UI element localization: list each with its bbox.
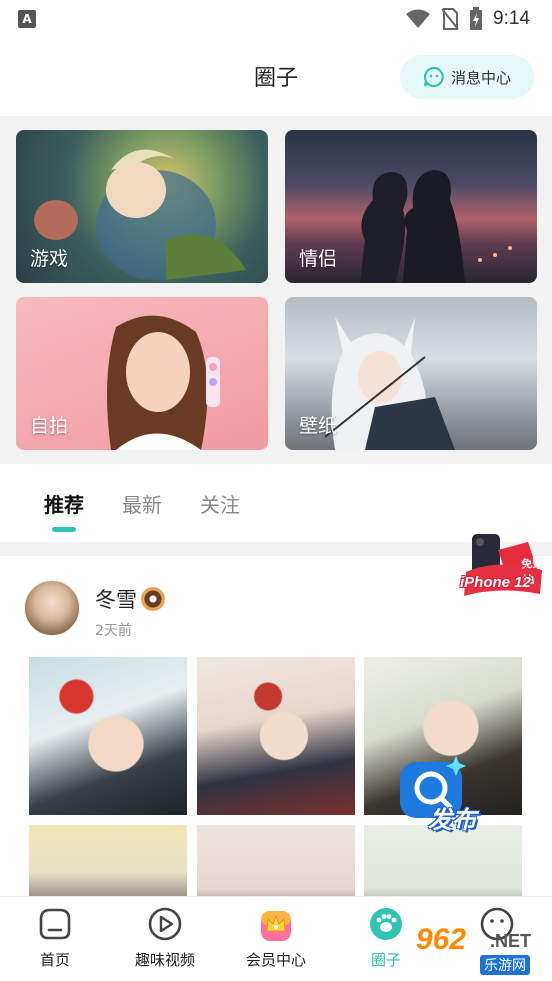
home-icon — [36, 905, 74, 943]
post-photo[interactable] — [197, 657, 355, 815]
iphone-promo-badge[interactable]: 免费抽 iPhone 12 — [458, 528, 544, 598]
post-time: 2天前 — [95, 623, 132, 639]
category-label: 壁纸 — [299, 415, 338, 437]
category-card-selfie[interactable]: 自拍 — [16, 297, 268, 450]
nav-fun-videos[interactable]: 趣味视频 — [110, 905, 220, 975]
category-card-game[interactable]: 游戏 — [16, 130, 268, 283]
category-label: 自拍 — [30, 415, 69, 437]
nav-home[interactable]: 首页 — [0, 905, 110, 975]
publish-label: 发布 — [428, 806, 476, 834]
watermark: 962 .NET 乐游网 — [416, 919, 546, 977]
category-label: 情侣 — [299, 248, 338, 270]
avatar[interactable] — [24, 580, 80, 636]
post-author[interactable]: 冬雪 — [95, 584, 165, 614]
header: 圈子 消息中心 — [0, 38, 552, 116]
battery-charging-icon — [470, 7, 483, 30]
watermark-sub: 乐游网 — [480, 955, 530, 975]
wifi-icon — [406, 9, 431, 28]
tab-following[interactable]: 关注 — [200, 464, 240, 542]
chat-bubble-icon — [423, 66, 445, 88]
tab-recommended[interactable]: 推荐 — [44, 464, 84, 542]
clock: 9:14 — [493, 8, 530, 29]
tab-latest[interactable]: 最新 — [122, 464, 162, 542]
play-icon — [146, 905, 184, 943]
message-center-button[interactable]: 消息中心 — [400, 55, 534, 99]
status-bar: A 9:14 — [0, 0, 552, 38]
category-label: 游戏 — [30, 248, 69, 270]
category-grid: 游戏 情侣 自拍 壁纸 — [0, 116, 552, 464]
category-card-couple[interactable]: 情侣 — [285, 130, 537, 283]
post-photo[interactable] — [29, 657, 187, 815]
notification-a-icon: A — [18, 10, 36, 28]
no-sim-icon — [441, 8, 459, 30]
watermark-logo: 962 — [416, 923, 467, 956]
crown-icon — [257, 905, 295, 943]
nav-member-center[interactable]: 会员中心 — [221, 905, 331, 975]
paw-icon — [367, 905, 405, 943]
message-center-label: 消息中心 — [450, 68, 511, 87]
donut-icon — [141, 587, 165, 611]
category-card-wallpaper[interactable]: 壁纸 — [285, 297, 537, 450]
promo-text: iPhone 12 — [460, 574, 531, 591]
watermark-net: .NET — [490, 931, 532, 951]
bottom-nav: 首页 趣味视频 会员中心 圈子 962 .NET 乐游网 — [0, 896, 552, 981]
feed-post[interactable]: 冬雪 2天前 — [0, 556, 552, 981]
active-tab-indicator — [52, 527, 76, 532]
publish-button[interactable]: 发布 — [398, 752, 498, 838]
